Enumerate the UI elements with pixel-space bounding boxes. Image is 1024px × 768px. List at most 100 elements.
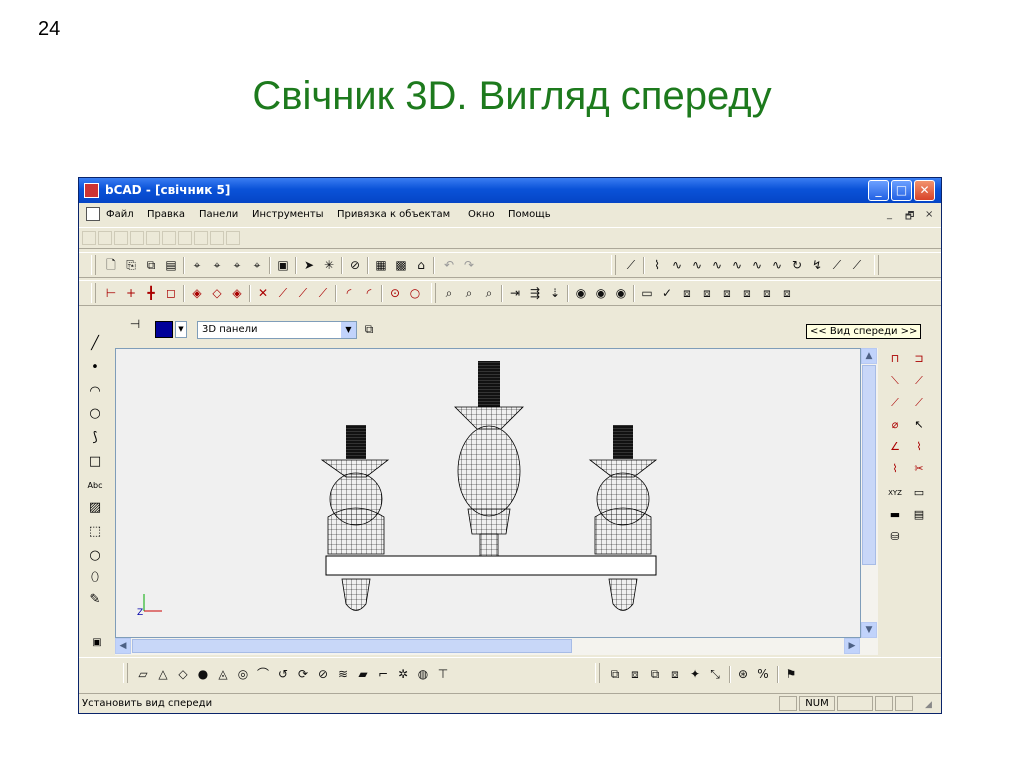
snap3-icon[interactable]: ⌖ [229,257,245,273]
color-dropdown-button[interactable]: ▼ [175,321,187,338]
scroll-up-button[interactable]: ▲ [861,348,877,364]
sweep-icon[interactable]: ⟳ [295,666,311,682]
torus-icon[interactable]: ◎ [235,666,251,682]
explode-icon[interactable]: ✦ [687,666,703,682]
snap-line1-icon[interactable]: ⟍ [886,372,904,390]
cursor2-icon[interactable]: ✳ [321,257,337,273]
mdi-close-button[interactable]: × [925,209,933,220]
spring-icon[interactable]: ≋ [335,666,351,682]
arc-tool-icon[interactable]: ◠ [87,384,103,400]
hatch-tool-icon[interactable]: ▨ [87,500,103,516]
snap-tool-icon[interactable]: ✂ [910,460,928,478]
draw-icon[interactable]: ⟋ [623,257,639,273]
snap-line2-icon[interactable]: ⟋ [910,372,928,390]
tool-icon[interactable]: ⌂ [413,257,429,273]
empty-button[interactable] [226,231,240,245]
x-icon[interactable]: ✕ [255,285,271,301]
app-icon[interactable] [84,183,99,198]
empty-button[interactable] [194,231,208,245]
move-icon[interactable]: ⤡ [707,666,723,682]
spline6-icon[interactable]: ∿ [749,257,765,273]
toolbar-grip[interactable] [431,283,436,303]
menu-window[interactable]: Окно [468,209,495,220]
print-icon[interactable]: ▣ [275,257,291,273]
color-swatch[interactable] [155,321,173,338]
resize-grip-icon[interactable]: ◢ [925,700,932,710]
surface-icon[interactable]: ▰ [355,666,371,682]
snap-line4-icon[interactable]: ⟋ [910,394,928,412]
materials-icon[interactable]: ⊛ [735,666,751,682]
snap1-icon[interactable]: ⌖ [189,257,205,273]
maximize-button[interactable]: □ [891,180,912,201]
extrude2-icon[interactable]: ⇶ [527,285,543,301]
empty-button[interactable] [98,231,112,245]
toolbar-grip[interactable] [874,255,879,275]
target-icon[interactable]: ⊙ [387,285,403,301]
pointer-icon[interactable]: ↖ [910,416,928,434]
snap-poly2-icon[interactable]: ⌇ [886,460,904,478]
horizontal-scrollbar[interactable]: ◀ ▶ [115,638,878,655]
circle-icon[interactable]: ○ [407,285,423,301]
tool-flag-icon[interactable]: ⚑ [783,666,799,682]
snap-poly-icon[interactable]: ⌇ [910,438,928,456]
view-cube1-icon[interactable]: ⧈ [679,285,695,301]
new-icon[interactable]: 🗋 [103,257,119,273]
polyline-tool-icon[interactable]: ⟆ [87,430,103,446]
snap-rect2-icon[interactable]: ⊐ [910,350,928,368]
circle2-tool-icon[interactable]: ○ [87,548,103,564]
diamond-icon[interactable]: ◈ [189,285,205,301]
empty-button[interactable] [130,231,144,245]
snap-angle-icon[interactable]: ∠ [886,438,904,456]
disk-icon[interactable]: ▩ [393,257,409,273]
screen-icon[interactable]: ▭ [639,285,655,301]
curve3-icon[interactable]: ⟋ [829,257,845,273]
snap-line3-icon[interactable]: ⟋ [886,394,904,412]
undo-icon[interactable]: ↶ [441,257,457,273]
empty-button[interactable] [178,231,192,245]
mdi-minimize-button[interactable]: _ [887,209,892,220]
cup-icon[interactable]: ⊤ [435,666,451,682]
toolbar-grip[interactable] [91,283,96,303]
spline1-icon[interactable]: ⌇ [649,257,665,273]
snap-rect-icon[interactable]: ⊓ [886,350,904,368]
toolbar-grip[interactable] [611,255,616,275]
layer-select[interactable]: 3D панели ▼ [197,321,357,339]
box-icon[interactable]: ◻ [163,285,179,301]
view-cube6-icon[interactable]: ⧈ [779,285,795,301]
paste-icon[interactable]: ⧉ [143,257,159,273]
ellipse-tool-icon[interactable]: ⬯ [87,570,103,586]
scroll-right-button[interactable]: ▶ [844,638,860,654]
render3-icon[interactable]: ◉ [613,285,629,301]
plane2-icon[interactable]: ▬ [886,506,904,524]
close-button[interactable]: ✕ [914,180,935,201]
boolean1-icon[interactable]: ⧉ [607,666,623,682]
percent-icon[interactable]: % [755,666,771,682]
xyz-icon[interactable]: XYZ [886,484,904,502]
redo-icon[interactable]: ↷ [461,257,477,273]
document-icon[interactable] [86,207,100,221]
brush-tool-icon[interactable]: ✎ [87,592,103,608]
scroll-thumb-horizontal[interactable] [132,639,572,653]
empty-button[interactable] [210,231,224,245]
snap-diameter-icon[interactable]: ⌀ [886,416,904,434]
star-icon[interactable]: ✲ [395,666,411,682]
rectangle-tool-icon[interactable]: □ [87,454,103,470]
text-tool-icon[interactable]: Abc [87,478,103,494]
point-tool-icon[interactable]: • [87,360,103,376]
arc2-icon[interactable]: ◜ [361,285,377,301]
check-icon[interactable]: ✓ [659,285,675,301]
scroll-left-button[interactable]: ◀ [115,638,131,654]
arc-icon[interactable]: ◜ [341,285,357,301]
line-tool-icon[interactable]: ╱ [87,336,103,352]
view-cube4-icon[interactable]: ⧈ [739,285,755,301]
chevron-down-icon[interactable]: ▼ [341,322,356,338]
loft-icon[interactable]: ⊘ [315,666,331,682]
cursor-icon[interactable]: ➤ [301,257,317,273]
minimize-button[interactable]: _ [868,180,889,201]
sphere-icon[interactable]: ● [195,666,211,682]
slab-icon[interactable]: ▱ [135,666,151,682]
empty-button[interactable] [162,231,176,245]
view-cube5-icon[interactable]: ⧈ [759,285,775,301]
empty-button[interactable] [114,231,128,245]
spline5-icon[interactable]: ∿ [729,257,745,273]
